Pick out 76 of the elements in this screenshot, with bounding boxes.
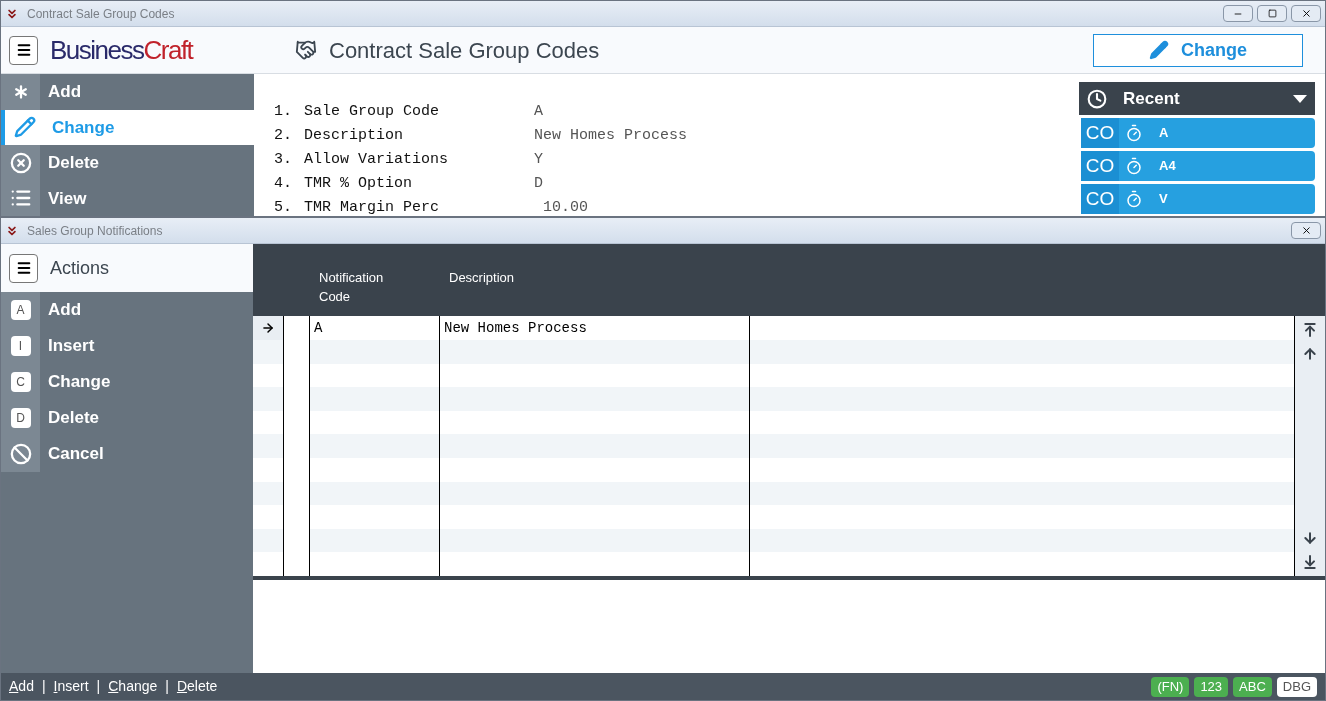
close-button[interactable] bbox=[1291, 222, 1321, 239]
field-label: Allow Variations bbox=[304, 150, 450, 170]
action-item[interactable]: D Delete bbox=[1, 400, 253, 436]
scroll-bottom-button[interactable] bbox=[1302, 554, 1318, 570]
page-title: Contract Sale Group Codes bbox=[329, 36, 600, 65]
logo: BusinessCraft bbox=[50, 33, 194, 67]
prohibited-icon bbox=[9, 443, 32, 465]
handshake-icon bbox=[295, 39, 317, 61]
window-title: Sales Group Notifications bbox=[27, 222, 163, 240]
action-item[interactable]: I Insert bbox=[1, 328, 253, 364]
menu-icon bbox=[15, 260, 32, 276]
sidebar-item[interactable]: Delete bbox=[1, 145, 254, 181]
status-link[interactable]: Add bbox=[9, 676, 34, 697]
status-indicator: 123 bbox=[1194, 676, 1229, 697]
menu-button[interactable] bbox=[9, 35, 38, 65]
stopwatch-icon bbox=[1125, 190, 1143, 208]
field-number: 3. bbox=[274, 150, 293, 170]
separator: | bbox=[96, 677, 101, 696]
status-link[interactable]: Delete bbox=[176, 676, 218, 697]
pencil-icon bbox=[13, 116, 36, 139]
status-link[interactable]: Change bbox=[108, 676, 158, 697]
scroll-up-button[interactable] bbox=[1302, 346, 1318, 362]
status-indicator: (FN) bbox=[1151, 676, 1190, 697]
actions-menu-button[interactable] bbox=[9, 253, 38, 283]
key-icon: C bbox=[10, 372, 31, 392]
key-icon: A bbox=[10, 300, 31, 320]
field-number: 4. bbox=[274, 174, 293, 194]
separator: | bbox=[165, 677, 169, 696]
column-header[interactable]: Notification Code bbox=[309, 244, 439, 316]
field-value: New Homes Process bbox=[534, 126, 688, 146]
dropdown-caret-icon bbox=[1293, 94, 1307, 103]
minimize-button[interactable] bbox=[1223, 5, 1253, 22]
sidebar-item[interactable]: View bbox=[1, 180, 254, 216]
menu-icon bbox=[15, 42, 32, 58]
table-row[interactable]: A New Homes Process bbox=[253, 316, 1295, 340]
scroll-top-button[interactable] bbox=[1302, 322, 1318, 338]
field-label: Sale Group Code bbox=[304, 102, 441, 122]
field-number: 5. bbox=[274, 198, 293, 218]
field-label: TMR % Option bbox=[304, 174, 414, 194]
status-indicator: ABC bbox=[1233, 676, 1272, 697]
stopwatch-icon bbox=[1125, 124, 1143, 142]
action-item[interactable]: C Change bbox=[1, 364, 253, 400]
separator: | bbox=[41, 677, 46, 696]
field-value: 10.00 bbox=[542, 198, 588, 218]
recent-title: Recent bbox=[1123, 87, 1180, 110]
status-link[interactable]: Insert bbox=[53, 676, 89, 697]
maximize-icon bbox=[1267, 9, 1277, 18]
key-icon: I bbox=[10, 336, 31, 356]
recent-item[interactable]: CO A bbox=[1081, 118, 1315, 148]
maximize-button[interactable] bbox=[1257, 5, 1287, 22]
field-label: TMR Margin Perc bbox=[304, 198, 441, 218]
stopwatch-icon bbox=[1125, 157, 1143, 175]
recent-header[interactable]: Recent bbox=[1079, 82, 1315, 115]
actions-title: Actions bbox=[50, 256, 110, 280]
circle-x-icon bbox=[9, 151, 32, 174]
scroll-down-button[interactable] bbox=[1302, 530, 1318, 546]
recent-item[interactable]: CO V bbox=[1081, 184, 1315, 214]
field-label: Description bbox=[304, 126, 405, 146]
key-icon: D bbox=[10, 408, 31, 428]
close-icon bbox=[1300, 8, 1312, 19]
action-item[interactable]: A Add bbox=[1, 292, 253, 328]
field-number: 2. bbox=[274, 126, 293, 146]
close-button[interactable] bbox=[1291, 5, 1321, 22]
close-icon bbox=[1300, 225, 1312, 236]
field-value: A bbox=[534, 102, 543, 122]
field-value: D bbox=[534, 174, 543, 194]
column-header[interactable]: Description bbox=[439, 244, 749, 316]
recent-item[interactable]: CO A4 bbox=[1081, 151, 1315, 181]
alarm-clock-icon bbox=[1087, 88, 1107, 109]
pencil-icon bbox=[1149, 40, 1169, 60]
field-value: Y bbox=[534, 150, 543, 170]
sidebar-item[interactable]: Add bbox=[1, 74, 254, 110]
action-item[interactable]: Cancel bbox=[1, 436, 253, 472]
window-title: Contract Sale Group Codes bbox=[27, 5, 175, 23]
field-number: 1. bbox=[274, 102, 293, 122]
status-indicator: DBG bbox=[1276, 676, 1317, 697]
